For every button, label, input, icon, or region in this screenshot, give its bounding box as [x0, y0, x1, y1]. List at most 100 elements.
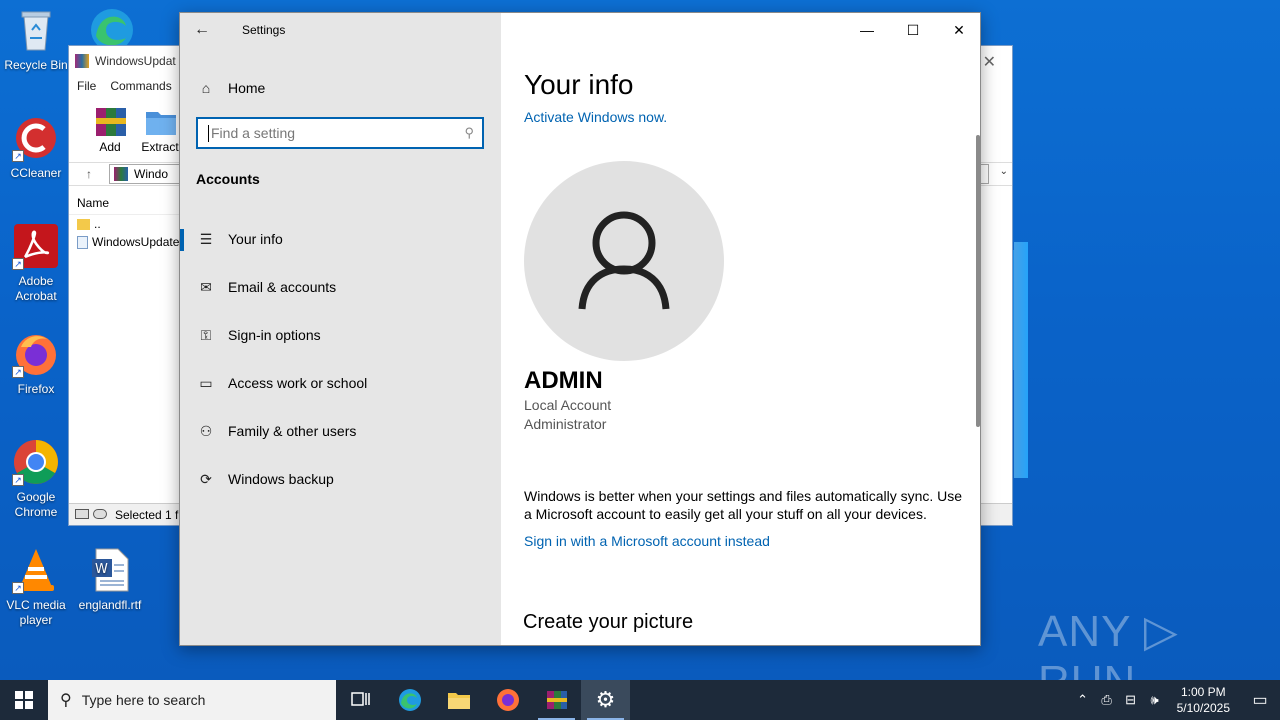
desktop-icon-label: CCleaner: [10, 166, 62, 180]
desktop-icon-englandfl-rtf[interactable]: W englandfl.rtf: [74, 546, 146, 613]
desktop-icon-firefox[interactable]: ↗ Firefox: [0, 330, 72, 397]
extract-button[interactable]: Extract: [139, 104, 181, 154]
activate-windows-link[interactable]: Activate Windows now.: [524, 109, 667, 125]
winrar-icon: [546, 691, 567, 709]
add-label: Add: [99, 140, 121, 154]
list-item-label: ..: [94, 217, 101, 231]
extract-label: Extract: [141, 140, 179, 154]
list-item-label: WindowsUpdate: [92, 235, 180, 249]
list-item[interactable]: WindowsUpdate: [69, 233, 187, 251]
start-button[interactable]: [0, 680, 48, 720]
taskbar-winrar[interactable]: [532, 680, 581, 720]
up-arrow-icon[interactable]: ↑: [69, 167, 109, 181]
desktop-icon-vlc[interactable]: ↗ VLC media player: [0, 546, 72, 628]
desktop-icon-ccleaner[interactable]: ↗ CCleaner: [0, 114, 72, 181]
key-icon: ⚿: [200, 326, 212, 343]
nav-item-sign-in-options[interactable]: ⚿ Sign-in options: [196, 324, 321, 346]
desktop-icon-label: englandfl.rtf: [78, 598, 142, 612]
archive-add-icon: [94, 104, 126, 138]
desktop-icon-google-chrome[interactable]: ↗ Google Chrome: [0, 438, 72, 520]
nav-item-label: Your info: [228, 231, 283, 247]
folder-icon: [77, 218, 90, 230]
search-icon[interactable]: ⚲: [464, 125, 474, 141]
sync-message: Windows is better when your settings and…: [524, 488, 963, 522]
settings-nav-pane: ⌂ Home Find a setting ⚲ Accounts ☰ Your …: [180, 13, 501, 645]
windows-logo-icon: [15, 691, 33, 709]
recycle-bin-icon: [12, 6, 60, 54]
nav-home[interactable]: ⌂ Home: [196, 77, 266, 99]
scrollbar[interactable]: [976, 135, 980, 427]
column-header-name[interactable]: Name: [69, 192, 179, 215]
close-button[interactable]: ✕: [936, 13, 980, 47]
microsoft-signin-link[interactable]: Sign in with a Microsoft account instead: [524, 533, 770, 549]
settings-titlebar[interactable]: ← Settings — ☐ ✕: [180, 13, 980, 47]
desktop-icon-adobe-acrobat[interactable]: ↗ Adobe Acrobat: [0, 222, 72, 304]
search-placeholder: Find a setting: [211, 125, 296, 141]
page-title: Your info: [524, 69, 634, 100]
taskbar-file-explorer[interactable]: [434, 680, 483, 720]
winrar-close-icon[interactable]: ✕: [983, 52, 996, 72]
add-button[interactable]: Add: [89, 104, 131, 154]
account-type: Local Account: [524, 397, 612, 413]
nav-item-access-work-school[interactable]: ▭ Access work or school: [196, 372, 367, 394]
shortcut-arrow-icon: ↗: [12, 150, 24, 162]
nav-item-family-other-users[interactable]: ⚇ Family & other users: [196, 420, 357, 442]
menu-commands[interactable]: Commands: [110, 79, 171, 93]
search-icon: ⚲: [60, 692, 72, 709]
address-dropdown-icon[interactable]: ⌄: [1000, 166, 1008, 177]
nav-item-label: Email & accounts: [228, 279, 337, 295]
desktop-icon-label: Adobe Acrobat: [15, 274, 57, 303]
shortcut-arrow-icon: ↗: [12, 474, 24, 486]
desktop-icon-label: Google Chrome: [14, 490, 58, 519]
nav-item-windows-backup[interactable]: ⟳ Windows backup: [196, 468, 334, 490]
wallpaper-beam: [1014, 242, 1028, 478]
clock[interactable]: 1:00 PM 5/10/2025: [1177, 684, 1230, 716]
usb-device-icon[interactable]: ⎙: [1095, 692, 1119, 708]
nav-item-label: Windows backup: [228, 471, 334, 487]
mail-icon: ✉: [200, 278, 212, 295]
taskbar-firefox[interactable]: [483, 680, 532, 720]
sync-icon: ⟳: [200, 470, 212, 487]
briefcase-icon: ▭: [199, 374, 213, 391]
notification-icon[interactable]: ▭: [1240, 690, 1280, 710]
drive-icon: [75, 509, 89, 519]
network-icon[interactable]: ⊟: [1119, 692, 1143, 708]
desktop-icon-label: Firefox: [17, 382, 55, 396]
desktop-icon-recycle-bin[interactable]: Recycle Bin: [0, 6, 72, 73]
clock-time: 1:00 PM: [1180, 685, 1226, 699]
taskbar-search-box[interactable]: ⚲ Type here to search: [48, 680, 336, 720]
back-arrow-icon[interactable]: ←: [194, 21, 214, 39]
shortcut-arrow-icon: ↗: [12, 582, 24, 594]
maximize-button[interactable]: ☐: [890, 13, 936, 47]
nav-item-email-accounts[interactable]: ✉ Email & accounts: [196, 276, 336, 298]
volume-icon[interactable]: 🕪: [1143, 692, 1167, 708]
nav-item-your-info[interactable]: ☰ Your info: [196, 228, 283, 250]
key-icon: [93, 509, 107, 519]
list-item[interactable]: ..: [69, 215, 187, 233]
find-setting-input[interactable]: Find a setting ⚲: [196, 117, 484, 149]
nav-section-title: Accounts: [196, 171, 260, 187]
taskbar-edge[interactable]: [385, 680, 434, 720]
taskbar-settings[interactable]: ⚙: [581, 680, 630, 720]
window-title: Settings: [242, 23, 286, 37]
task-view-button[interactable]: [336, 680, 385, 720]
desktop-icon-label: VLC media player: [6, 598, 66, 627]
menu-file[interactable]: File: [77, 79, 96, 93]
word-document-icon: W: [86, 546, 134, 594]
chevron-up-icon[interactable]: ⌃: [1071, 692, 1095, 708]
rar-file-icon: [114, 167, 128, 181]
settings-window[interactable]: ⌂ Home Find a setting ⚲ Accounts ☰ Your …: [179, 12, 981, 646]
nav-item-label: Family & other users: [228, 423, 357, 439]
anyrun-watermark: ANY ▷ RUN: [1038, 607, 1179, 680]
winrar-file-list: Name .. WindowsUpdate: [69, 192, 187, 251]
minimize-button[interactable]: —: [844, 13, 890, 47]
address-text: Windo: [134, 167, 169, 181]
edge-icon: [398, 689, 421, 711]
file-icon: [77, 235, 88, 249]
taskbar-search-placeholder: Type here to search: [81, 692, 206, 708]
desktop-icon-label: Recycle Bin: [4, 58, 68, 72]
desktop: Recycle Bin ↗ CCleaner ↗ Adobe Acrobat ↗…: [0, 0, 1280, 680]
selected-indicator: [180, 229, 184, 251]
winrar-title: WindowsUpdat: [95, 54, 176, 68]
nav-home-label: Home: [228, 80, 266, 96]
